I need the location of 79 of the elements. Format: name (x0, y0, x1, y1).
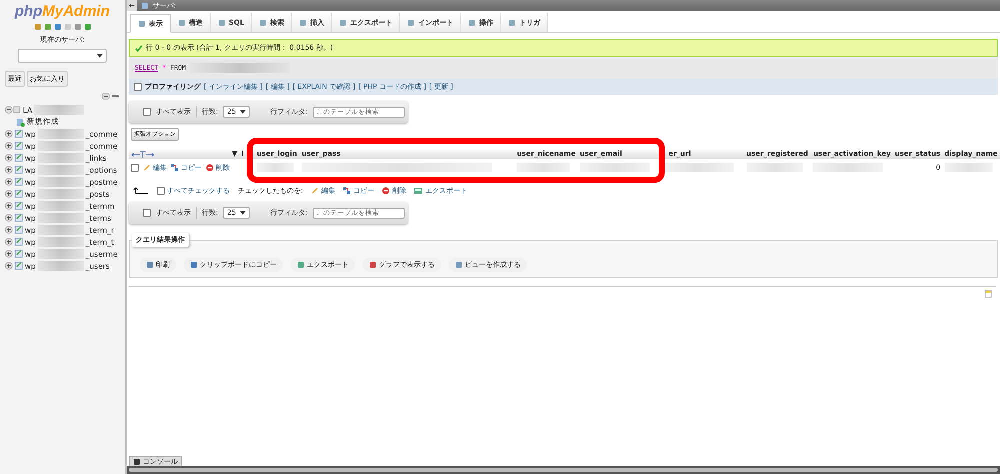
column-arrows-icon[interactable] (131, 150, 155, 158)
blurred-area (38, 129, 84, 139)
blurred-area (580, 163, 650, 172)
expand-icon[interactable] (5, 166, 13, 174)
table-icon (15, 226, 23, 234)
blurred-area (38, 153, 84, 163)
tab-square-icon (407, 18, 416, 26)
table-icon (15, 130, 23, 138)
expand-icon[interactable] (5, 250, 13, 258)
delete-icon (206, 164, 214, 172)
caret-icon (240, 110, 246, 114)
collapse-icon[interactable] (102, 93, 120, 100)
collapse-icon[interactable] (5, 106, 21, 114)
blurred-area (746, 163, 804, 172)
caret-icon (97, 54, 103, 58)
blurred-area (38, 249, 84, 259)
pencil-icon (143, 164, 151, 172)
table-icon (15, 154, 23, 162)
table-icon (15, 166, 23, 174)
tab-square-icon (299, 18, 308, 26)
blurred-area (38, 261, 84, 271)
export-icon (414, 187, 424, 195)
checkbox[interactable] (134, 83, 142, 91)
tab-square-icon (339, 18, 348, 26)
blurred-area (38, 201, 84, 211)
checkbox[interactable] (157, 187, 165, 195)
table-icon (15, 238, 23, 246)
pencil-icon (311, 187, 320, 195)
blurred-area (38, 177, 84, 187)
blurred-area (944, 163, 993, 172)
logo[interactable]: phpMyAdmin (15, 3, 110, 20)
scrollbar[interactable] (127, 466, 1000, 474)
checkbox[interactable] (143, 209, 151, 217)
expand-icon[interactable] (5, 142, 13, 150)
expand-icon[interactable] (5, 178, 13, 186)
table-icon (15, 142, 23, 150)
caret-icon (240, 211, 246, 215)
checkbox[interactable] (143, 108, 151, 116)
view-square-icon (455, 261, 463, 269)
expand-icon[interactable] (5, 262, 13, 270)
chart-square-icon (369, 261, 377, 269)
blurred-area (517, 163, 570, 172)
blurred-area (38, 237, 84, 247)
blurred-area (38, 165, 84, 175)
copy-square-icon (190, 261, 198, 269)
expand-icon[interactable] (5, 226, 13, 234)
expand-icon[interactable] (5, 202, 13, 210)
delete-icon (382, 187, 390, 195)
table-icon (15, 190, 23, 198)
expand-icon[interactable] (5, 238, 13, 246)
table-icon (15, 202, 23, 210)
table-icon (15, 250, 23, 258)
blurred-area (38, 141, 84, 151)
expand-icon[interactable] (5, 214, 13, 222)
check-icon (135, 44, 143, 52)
blurred-area (38, 213, 84, 223)
blurred-area (34, 105, 84, 115)
tab-square-icon (218, 18, 226, 26)
blurred-area (813, 163, 884, 172)
checkbox[interactable] (131, 164, 139, 172)
blurred-area (38, 189, 84, 199)
check-all-arrow-icon (133, 187, 149, 195)
copy-icon (343, 187, 352, 195)
table-icon (15, 214, 23, 222)
tab-square-icon (468, 18, 476, 26)
tab-square-icon (259, 18, 268, 26)
table-icon (15, 178, 23, 186)
tab-square-icon (138, 20, 146, 28)
expand-icon[interactable] (5, 130, 13, 138)
export-square-icon (297, 261, 305, 269)
expand-icon[interactable] (5, 190, 13, 198)
blurred-area (38, 225, 84, 235)
tab-square-icon (508, 18, 516, 26)
table-icon (15, 262, 23, 270)
tab-square-icon (178, 18, 186, 26)
blurred-area (256, 163, 294, 172)
new-item-icon (16, 118, 25, 126)
copy-icon (171, 164, 179, 172)
expand-icon[interactable] (5, 154, 13, 162)
